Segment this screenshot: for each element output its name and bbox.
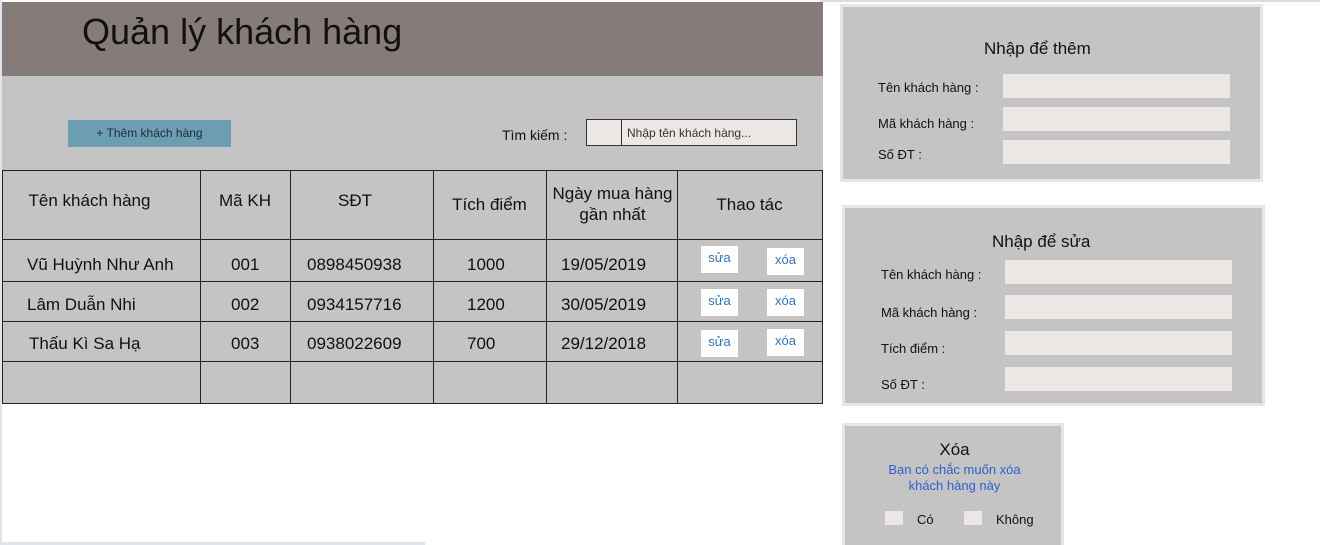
- row-3-delete-button[interactable]: xóa: [767, 329, 804, 356]
- confirm-yes-label: Có: [917, 512, 934, 527]
- column-header-name: Tên khách hàng: [28, 191, 151, 210]
- delete-dialog-title: Xóa: [939, 440, 970, 459]
- top-border: [820, 0, 1320, 2]
- edit-name-label: Tên khách hàng :: [881, 267, 982, 282]
- edit-phone-label: Số ĐT :: [881, 377, 925, 392]
- column-header-code: Mã KH: [219, 191, 271, 210]
- row-2-code: 002: [231, 295, 260, 314]
- row-3-edit-button[interactable]: sửa: [701, 330, 738, 357]
- column-header-phone: SĐT: [338, 191, 372, 210]
- customer-table: Tên khách hàng Mã KH SĐT Tích điểm Ngày …: [2, 170, 823, 404]
- add-code-label: Mã khách hàng :: [878, 116, 975, 131]
- row-2-phone: 0934157716: [307, 295, 402, 314]
- row-2-name: Lâm Duẫn Nhi: [27, 295, 136, 314]
- confirm-yes-checkbox[interactable]: [885, 511, 903, 525]
- row-1-date: 19/05/2019: [561, 255, 647, 274]
- confirm-no-label: Không: [996, 512, 1034, 527]
- row-2-date: 30/05/2019: [561, 295, 647, 314]
- edit-phone-input[interactable]: [1005, 367, 1232, 391]
- page-header: Quản lý khách hàng: [2, 2, 823, 76]
- row-1-name: Vũ Huỳnh Như Anh: [27, 255, 174, 274]
- edit-name-input[interactable]: [1005, 260, 1232, 284]
- row-1-edit-button[interactable]: sửa: [701, 246, 738, 273]
- row-3-phone: 0938022609: [307, 334, 402, 353]
- delete-confirm-message: Bạn có chắc muốn xóa khách hàng này: [845, 462, 1064, 494]
- add-customer-button[interactable]: + Thêm khách hàng: [68, 120, 231, 147]
- add-phone-input[interactable]: [1003, 140, 1230, 164]
- add-code-input[interactable]: [1003, 107, 1230, 131]
- row-3-points: 700: [467, 334, 496, 353]
- row-3-name: Thấu Kì Sa Hạ: [29, 334, 141, 353]
- row-1-points: 1000: [467, 255, 505, 274]
- page-title: Quản lý khách hàng: [82, 11, 403, 52]
- edit-form-title: Nhập để sửa: [992, 232, 1091, 251]
- row-3-code: 003: [231, 334, 260, 353]
- column-header-actions: Thao tác: [716, 195, 783, 214]
- row-1-phone: 0898450938: [307, 255, 402, 274]
- delete-message-line-2: khách hàng này: [908, 478, 1001, 493]
- delete-message-line-1: Bạn có chắc muốn xóa: [888, 462, 1021, 477]
- add-name-label: Tên khách hàng :: [878, 80, 979, 95]
- row-divider: [3, 281, 822, 282]
- row-1-delete-button[interactable]: xóa: [767, 248, 804, 275]
- edit-points-label: Tích điểm :: [881, 341, 946, 356]
- add-form-title: Nhập để thêm: [984, 39, 1091, 58]
- add-name-input[interactable]: [1003, 74, 1230, 98]
- edit-points-input[interactable]: [1005, 331, 1232, 355]
- column-divider: [546, 171, 547, 403]
- edit-code-input[interactable]: [1005, 295, 1232, 319]
- add-form-panel: Nhập để thêm Tên khách hàng : Mã khách h…: [840, 4, 1263, 182]
- search-icon[interactable]: [587, 120, 622, 145]
- edit-code-label: Mã khách hàng :: [881, 305, 978, 320]
- row-divider: [3, 239, 822, 240]
- row-3-date: 29/12/2018: [561, 334, 647, 353]
- customer-management-panel: Quản lý khách hàng + Thêm khách hàng Tìm…: [2, 2, 823, 404]
- delete-dialog: Xóa Bạn có chắc muốn xóa khách hàng này …: [842, 423, 1064, 545]
- column-header-last-purchase: Ngày mua hàng gần nhất: [552, 184, 673, 224]
- row-2-edit-button[interactable]: sửa: [701, 289, 738, 316]
- search-box: [586, 119, 797, 146]
- add-phone-label: Số ĐT :: [878, 147, 922, 162]
- row-divider: [3, 321, 822, 322]
- search-label: Tìm kiếm :: [502, 127, 568, 143]
- row-2-points: 1200: [467, 295, 505, 314]
- column-header-points: Tích điểm: [452, 195, 527, 214]
- row-divider: [3, 361, 822, 362]
- row-1-code: 001: [231, 255, 260, 274]
- row-2-delete-button[interactable]: xóa: [767, 289, 804, 316]
- edit-form-panel: Nhập để sửa Tên khách hàng : Mã khách hà…: [842, 205, 1265, 406]
- confirm-no-checkbox[interactable]: [964, 511, 982, 525]
- search-input[interactable]: [622, 120, 796, 145]
